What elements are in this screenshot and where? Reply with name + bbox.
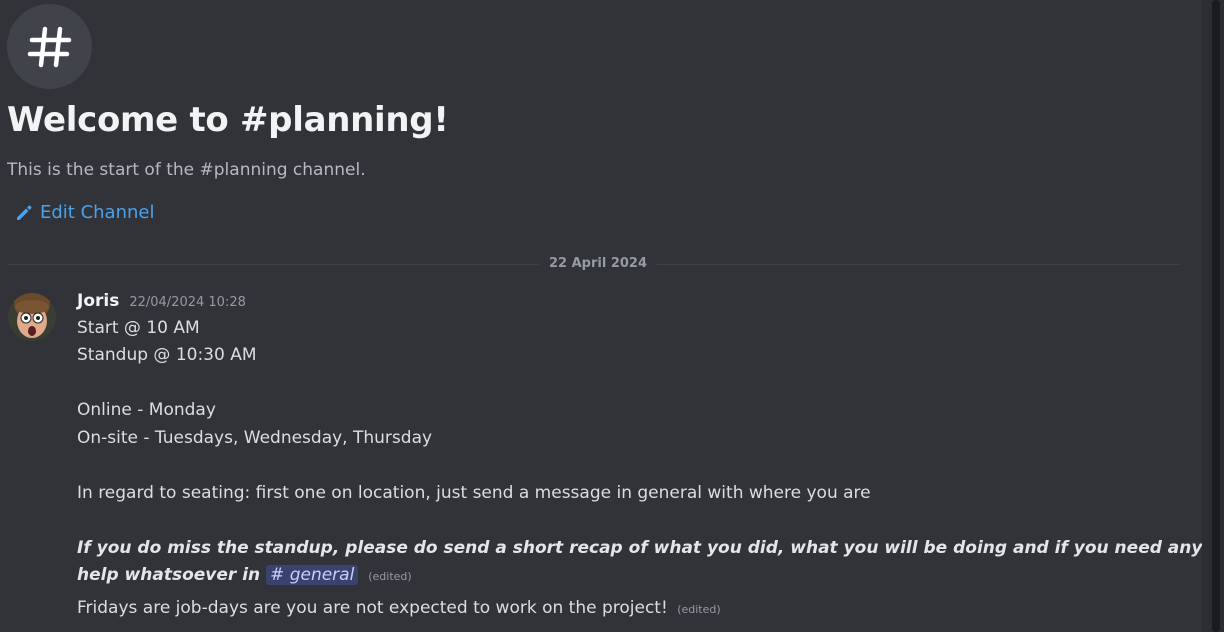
message-line-text: help whatsoever in: [77, 565, 261, 585]
message-line: Standup @ 10:30 AM: [77, 345, 257, 365]
message-line: Fridays are job-days are you are not exp…: [77, 598, 721, 618]
avatar[interactable]: [8, 293, 56, 341]
mention-label: general: [289, 565, 355, 585]
scrollbar-thumb[interactable]: [1212, 0, 1220, 632]
channel-mention[interactable]: # general: [266, 565, 359, 585]
avatar-image: [8, 293, 56, 341]
hashtag-icon: [27, 26, 71, 67]
date-divider-label: 22 April 2024: [539, 256, 658, 271]
edit-channel-label: Edit Channel: [40, 202, 155, 223]
message-line-text: Fridays are job-days are you are not exp…: [77, 598, 668, 618]
author-name[interactable]: Joris: [77, 291, 119, 311]
message-line: On-site - Tuesdays, Wednesday, Thursday: [77, 428, 433, 448]
message-timestamp: 22/04/2024 10:28: [129, 295, 246, 310]
message-line: Start @ 10 AM: [77, 318, 200, 338]
message-line-emphasis: help whatsoever in # general (edited): [77, 565, 412, 585]
message-line: In regard to seating: first one on locat…: [77, 483, 871, 503]
chat-view: Welcome to #planning! This is the start …: [0, 0, 1224, 632]
message-line: Online - Monday: [77, 400, 216, 420]
edited-label: (edited): [368, 570, 412, 583]
mention-hash-icon: #: [270, 565, 290, 585]
channel-icon: [7, 4, 92, 89]
message-header: Joris 22/04/2024 10:28: [77, 291, 246, 311]
edit-channel-button[interactable]: Edit Channel: [14, 202, 154, 223]
message-line-emphasis: If you do miss the standup, please do se…: [77, 538, 1203, 558]
pencil-icon: [17, 205, 32, 220]
welcome-subtitle: This is the start of the #planning chann…: [7, 160, 366, 180]
edited-label: (edited): [677, 603, 721, 616]
welcome-title: Welcome to #planning!: [7, 100, 449, 140]
